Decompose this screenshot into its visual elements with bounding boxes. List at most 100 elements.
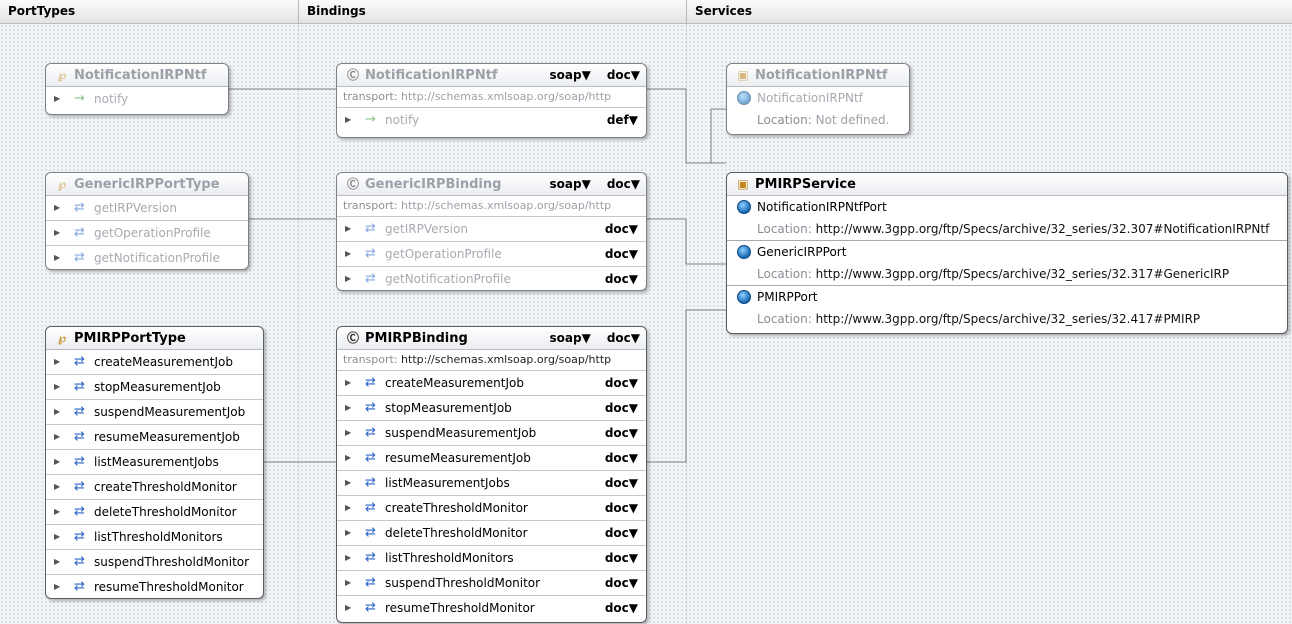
service-title[interactable]: ▣ PMIRPService bbox=[727, 173, 1287, 196]
operation-row[interactable]: ▶ → notify bbox=[46, 87, 228, 111]
binding-pmirpbinding[interactable]: Ⓒ PMIRPBinding soap▼ doc▼ transport: http:… bbox=[336, 326, 647, 623]
service-pmirpservice[interactable]: ▣ PMIRPService NotificationIRPNtfPort Loc… bbox=[726, 172, 1288, 334]
protocol-dropdown[interactable]: soap▼ bbox=[542, 331, 591, 345]
expand-triangle-icon[interactable]: ▶ bbox=[54, 246, 60, 270]
expand-triangle-icon[interactable]: ▶ bbox=[54, 575, 60, 599]
operation-style-dropdown[interactable]: doc▼ bbox=[605, 267, 638, 291]
operation-row[interactable]: ▶ ⇄ listMeasurementJobs bbox=[46, 450, 263, 475]
operation-style-dropdown[interactable]: doc▼ bbox=[605, 242, 638, 266]
expand-triangle-icon[interactable]: ▶ bbox=[345, 267, 351, 291]
operation-style-dropdown[interactable]: doc▼ bbox=[605, 496, 638, 520]
operation-style-dropdown[interactable]: doc▼ bbox=[605, 571, 638, 595]
expand-triangle-icon[interactable]: ▶ bbox=[54, 525, 60, 549]
operation-row[interactable]: ▶ ⇄ resumeThresholdMonitor bbox=[46, 575, 263, 599]
expand-triangle-icon[interactable]: ▶ bbox=[345, 421, 351, 445]
binding-operation-row[interactable]: ▶ ⇄ createThresholdMonitor doc▼ bbox=[337, 496, 646, 521]
expand-triangle-icon[interactable]: ▶ bbox=[345, 108, 351, 132]
binding-operation-row[interactable]: ▶ ⇄ createMeasurementJob doc▼ bbox=[337, 371, 646, 396]
operation-style-dropdown[interactable]: doc▼ bbox=[605, 471, 638, 495]
operation-row[interactable]: ▶ ⇄ suspendMeasurementJob bbox=[46, 400, 263, 425]
operation-row[interactable]: ▶ ⇄ getNotificationProfile bbox=[46, 246, 248, 270]
expand-triangle-icon[interactable]: ▶ bbox=[345, 371, 351, 395]
service-port-row[interactable]: PMIRPPort bbox=[727, 286, 1287, 308]
binding-operation-row[interactable]: ▶ ⇄ resumeThresholdMonitor doc▼ bbox=[337, 596, 646, 620]
porttype-title[interactable]: ℘ NotificationIRPNtf bbox=[46, 64, 228, 87]
porttype-title[interactable]: ℘ PMIRPPortType bbox=[46, 327, 263, 350]
operation-row[interactable]: ▶ ⇄ resumeMeasurementJob bbox=[46, 425, 263, 450]
binding-operation-row[interactable]: ▶ ⇄ deleteThresholdMonitor doc▼ bbox=[337, 521, 646, 546]
protocol-dropdown[interactable]: soap▼ bbox=[542, 177, 591, 191]
operation-style-dropdown[interactable]: doc▼ bbox=[605, 217, 638, 241]
operation-style-dropdown[interactable]: doc▼ bbox=[605, 546, 638, 570]
operation-row[interactable]: ▶ ⇄ stopMeasurementJob bbox=[46, 375, 263, 400]
porttype-notificationirpntf[interactable]: ℘ NotificationIRPNtf ▶ → notify bbox=[45, 63, 229, 115]
expand-triangle-icon[interactable]: ▶ bbox=[345, 217, 351, 241]
expand-triangle-icon[interactable]: ▶ bbox=[345, 546, 351, 570]
operation-row[interactable]: ▶ ⇄ getOperationProfile bbox=[46, 221, 248, 246]
operation-style-dropdown[interactable]: doc▼ bbox=[605, 596, 638, 620]
binding-operation-row[interactable]: ▶ ⇄ getNotificationProfile doc▼ bbox=[337, 267, 646, 291]
expand-triangle-icon[interactable]: ▶ bbox=[54, 87, 60, 111]
expand-triangle-icon[interactable]: ▶ bbox=[54, 475, 60, 499]
service-notificationirpntf[interactable]: ▣ NotificationIRPNtf NotificationIRPNtf L… bbox=[726, 63, 910, 135]
operation-style-dropdown[interactable]: doc▼ bbox=[605, 396, 638, 420]
expand-triangle-icon[interactable]: ▶ bbox=[345, 446, 351, 470]
operation-style-dropdown[interactable]: doc▼ bbox=[605, 446, 638, 470]
expand-triangle-icon[interactable]: ▶ bbox=[54, 350, 60, 374]
style-dropdown[interactable]: doc▼ bbox=[599, 177, 640, 191]
expand-triangle-icon[interactable]: ▶ bbox=[345, 471, 351, 495]
operation-style-dropdown[interactable]: doc▼ bbox=[605, 421, 638, 445]
binding-title[interactable]: Ⓒ PMIRPBinding soap▼ doc▼ bbox=[337, 327, 646, 350]
binding-genericirpbinding[interactable]: Ⓒ GenericIRPBinding soap▼ doc▼ transport: … bbox=[336, 172, 647, 291]
expand-triangle-icon[interactable]: ▶ bbox=[345, 596, 351, 620]
expand-triangle-icon[interactable]: ▶ bbox=[54, 450, 60, 474]
expand-triangle-icon[interactable]: ▶ bbox=[345, 521, 351, 545]
porttype-pmirpporttype[interactable]: ℘ PMIRPPortType ▶ ⇄ createMeasurementJob ▶ ⇄… bbox=[45, 326, 264, 599]
binding-title[interactable]: Ⓒ GenericIRPBinding soap▼ doc▼ bbox=[337, 173, 646, 196]
operation-style-dropdown[interactable]: doc▼ bbox=[605, 371, 638, 395]
request-response-arrows-icon: ⇄ bbox=[74, 504, 85, 519]
binding-operation-row[interactable]: ▶ ⇄ getOperationProfile doc▼ bbox=[337, 242, 646, 267]
location-label: Location: bbox=[757, 312, 812, 326]
operation-row[interactable]: ▶ ⇄ suspendThresholdMonitor bbox=[46, 550, 263, 575]
binding-notificationirpntf[interactable]: Ⓒ NotificationIRPNtf soap▼ doc▼ transport:… bbox=[336, 63, 647, 138]
binding-title[interactable]: Ⓒ NotificationIRPNtf soap▼ doc▼ bbox=[337, 64, 646, 87]
service-port-row[interactable]: NotificationIRPNtf bbox=[727, 87, 909, 109]
style-dropdown[interactable]: doc▼ bbox=[599, 68, 640, 82]
expand-triangle-icon[interactable]: ▶ bbox=[54, 400, 60, 424]
operation-style-dropdown[interactable]: doc▼ bbox=[605, 521, 638, 545]
binding-operation-row[interactable]: ▶ ⇄ listMeasurementJobs doc▼ bbox=[337, 471, 646, 496]
service-title[interactable]: ▣ NotificationIRPNtf bbox=[727, 64, 909, 87]
protocol-dropdown[interactable]: soap▼ bbox=[542, 68, 591, 82]
binding-operation-row[interactable]: ▶ ⇄ getIRPVersion doc▼ bbox=[337, 217, 646, 242]
expand-triangle-icon[interactable]: ▶ bbox=[345, 242, 351, 266]
binding-operation-row[interactable]: ▶ ⇄ suspendThresholdMonitor doc▼ bbox=[337, 571, 646, 596]
binding-operation-row[interactable]: ▶ ⇄ listThresholdMonitors doc▼ bbox=[337, 546, 646, 571]
expand-triangle-icon[interactable]: ▶ bbox=[54, 375, 60, 399]
expand-triangle-icon[interactable]: ▶ bbox=[54, 550, 60, 574]
operation-row[interactable]: ▶ ⇄ listThresholdMonitors bbox=[46, 525, 263, 550]
operation-row[interactable]: ▶ ⇄ getIRPVersion bbox=[46, 196, 248, 221]
binding-operation-row[interactable]: ▶ ⇄ resumeMeasurementJob doc▼ bbox=[337, 446, 646, 471]
operation-style-dropdown[interactable]: def▼ bbox=[607, 108, 638, 132]
location-label: Location: bbox=[757, 113, 812, 127]
porttype-title[interactable]: ℘ GenericIRPPortType bbox=[46, 173, 248, 196]
porttype-genericirpporttype[interactable]: ℘ GenericIRPPortType ▶ ⇄ getIRPVersion ▶ ⇄ ge… bbox=[45, 172, 249, 270]
expand-triangle-icon[interactable]: ▶ bbox=[54, 425, 60, 449]
service-port-row[interactable]: GenericIRPPort bbox=[727, 241, 1287, 263]
operation-row[interactable]: ▶ ⇄ createMeasurementJob bbox=[46, 350, 263, 375]
operation-row[interactable]: ▶ ⇄ createThresholdMonitor bbox=[46, 475, 263, 500]
binding-operation-row[interactable]: ▶ → notify def▼ bbox=[337, 108, 646, 132]
binding-operation-row[interactable]: ▶ ⇄ suspendMeasurementJob doc▼ bbox=[337, 421, 646, 446]
expand-triangle-icon[interactable]: ▶ bbox=[54, 196, 60, 220]
transport-label: transport: bbox=[343, 90, 398, 103]
expand-triangle-icon[interactable]: ▶ bbox=[345, 571, 351, 595]
expand-triangle-icon[interactable]: ▶ bbox=[54, 221, 60, 245]
expand-triangle-icon[interactable]: ▶ bbox=[345, 496, 351, 520]
operation-row[interactable]: ▶ ⇄ deleteThresholdMonitor bbox=[46, 500, 263, 525]
expand-triangle-icon[interactable]: ▶ bbox=[345, 396, 351, 420]
binding-operation-row[interactable]: ▶ ⇄ stopMeasurementJob doc▼ bbox=[337, 396, 646, 421]
expand-triangle-icon[interactable]: ▶ bbox=[54, 500, 60, 524]
style-dropdown[interactable]: doc▼ bbox=[599, 331, 640, 345]
service-port-row[interactable]: NotificationIRPNtfPort bbox=[727, 196, 1287, 218]
